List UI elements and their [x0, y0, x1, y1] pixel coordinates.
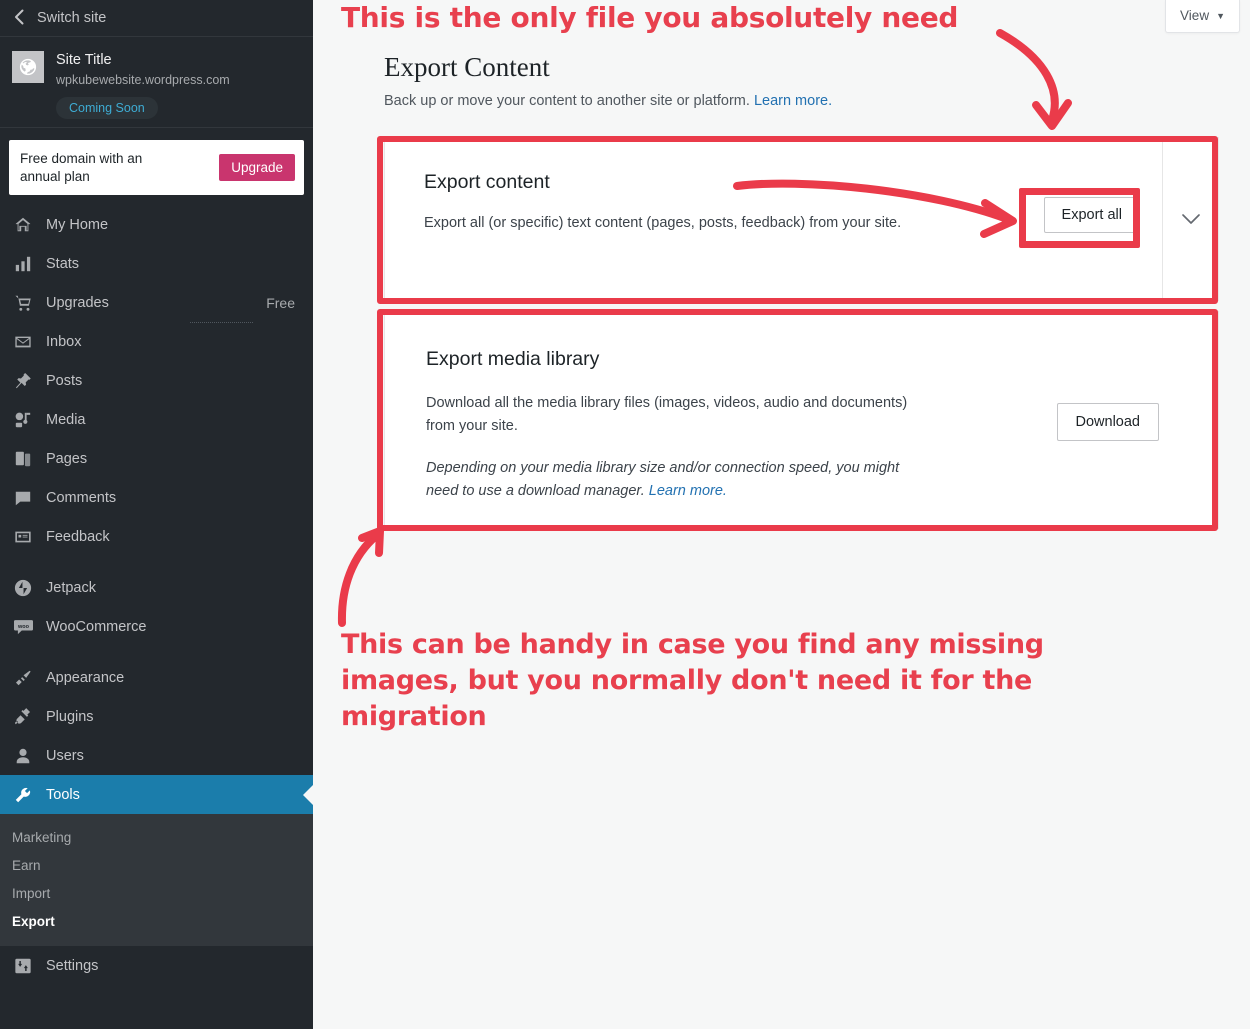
sidebar-item-label: My Home: [46, 216, 109, 233]
nav-group-spacer: [0, 556, 313, 568]
sidebar-item-woocommerce[interactable]: woo WooCommerce: [0, 607, 313, 646]
svg-text:woo: woo: [16, 623, 29, 629]
site-url: wpkubewebsite.wordpress.com: [56, 72, 230, 87]
view-dropdown-label: View: [1180, 8, 1210, 23]
upgrade-promo-card: Free domain with an annual plan Upgrade: [9, 139, 304, 196]
cart-icon: [12, 293, 34, 313]
sidebar-item-label: Stats: [46, 255, 80, 272]
sidebar-item-appearance[interactable]: Appearance: [0, 658, 313, 697]
sidebar-item-label: Posts: [46, 372, 83, 389]
chevron-down-icon: ▼: [1216, 10, 1225, 21]
wrench-icon: [12, 785, 34, 805]
sidebar-item-label: Comments: [46, 489, 117, 506]
switch-site-label: Switch site: [37, 10, 107, 26]
nav-group-spacer: [0, 646, 313, 658]
sidebar-item-label: Settings: [46, 957, 99, 974]
sidebar-nav: My Home Stats Upgrades Free Inbox Posts Media P…: [0, 205, 313, 815]
woocommerce-icon: woo: [12, 617, 34, 637]
export-media-heading: Export media library: [426, 348, 600, 370]
sidebar-item-meta: Free: [266, 294, 295, 311]
sidebar-item-label: Appearance: [46, 669, 125, 686]
app-root: Switch site Site Title wpkubewebsite.wor…: [0, 0, 1250, 1029]
globe-icon: [19, 58, 37, 76]
main-content: View ▼ Export Content Back up or move yo…: [313, 0, 1250, 1029]
sidebar-item-label: Tools: [46, 786, 80, 803]
site-info-block[interactable]: Site Title wpkubewebsite.wordpress.com C…: [0, 37, 313, 128]
subnav-item-marketing[interactable]: Marketing: [0, 823, 313, 851]
site-title: Site Title: [56, 52, 112, 68]
media-icon: [12, 410, 34, 430]
sidebar-item-label: Users: [46, 747, 84, 764]
page-title: Export Content: [384, 52, 550, 82]
sidebar-item-settings[interactable]: Settings: [0, 946, 313, 985]
sidebar-item-pages[interactable]: Pages: [0, 439, 313, 478]
sidebar-item-users[interactable]: Users: [0, 736, 313, 775]
sidebar-item-label: Plugins: [46, 708, 94, 725]
sliders-icon: [12, 956, 34, 976]
sidebar: Switch site Site Title wpkubewebsite.wor…: [0, 0, 313, 1029]
pages-icon: [12, 449, 34, 469]
media-learn-more-link[interactable]: Learn more.: [649, 483, 727, 499]
view-dropdown-button[interactable]: View ▼: [1165, 0, 1240, 33]
sidebar-item-jetpack[interactable]: Jetpack: [0, 568, 313, 607]
comment-icon: [12, 488, 34, 508]
home-icon: [12, 215, 34, 235]
upgrade-promo-text: Free domain with an annual plan: [20, 150, 143, 184]
envelope-icon: [12, 332, 34, 352]
export-content-heading: Export content: [424, 171, 550, 193]
export-media-note: Depending on your media library size and…: [426, 457, 915, 503]
sidebar-bottom-nav: Settings: [0, 945, 313, 985]
upgrade-button[interactable]: Upgrade: [219, 154, 295, 182]
export-content-card: Export content Export all (or specific) …: [384, 137, 1219, 301]
page-subtitle-text: Back up or move your content to another …: [384, 93, 750, 109]
export-all-button[interactable]: Export all: [1043, 197, 1140, 233]
sidebar-item-stats[interactable]: Stats: [0, 244, 313, 283]
sidebar-item-label: Pages: [46, 450, 88, 467]
bar-chart-icon: [12, 254, 34, 274]
sidebar-item-inbox[interactable]: Inbox: [0, 322, 313, 361]
sidebar-item-label: WooCommerce: [46, 618, 147, 635]
subtitle-learn-more-link[interactable]: Learn more.: [754, 93, 832, 109]
sidebar-item-label: Feedback: [46, 528, 110, 545]
sidebar-item-comments[interactable]: Comments: [0, 478, 313, 517]
sidebar-subnav-tools: Marketing Earn Import Export: [0, 814, 313, 946]
plug-icon: [12, 707, 34, 727]
site-thumbnail: [12, 51, 44, 83]
export-media-body: Download all the media library files (im…: [426, 395, 908, 434]
sidebar-item-my-home[interactable]: My Home: [0, 205, 313, 244]
subnav-item-export[interactable]: Export: [0, 907, 313, 935]
export-content-body: Export all (or specific) text content (p…: [424, 215, 902, 231]
page-subtitle: Back up or move your content to another …: [384, 93, 832, 109]
sidebar-item-label: Media: [46, 411, 86, 428]
subnav-item-earn[interactable]: Earn: [0, 851, 313, 879]
sidebar-item-feedback[interactable]: Feedback: [0, 517, 313, 556]
sidebar-item-label: Upgrades: [46, 294, 109, 311]
status-badge: Coming Soon: [56, 96, 158, 119]
sidebar-item-label: Jetpack: [46, 579, 96, 596]
jetpack-icon: [12, 578, 34, 598]
paintbrush-icon: [12, 668, 34, 688]
sidebar-item-media[interactable]: Media: [0, 400, 313, 439]
sidebar-item-label: Inbox: [46, 333, 82, 350]
sidebar-item-posts[interactable]: Posts: [0, 361, 313, 400]
sidebar-item-plugins[interactable]: Plugins: [0, 697, 313, 736]
pin-icon: [12, 371, 34, 391]
download-media-button[interactable]: Download: [1056, 403, 1159, 441]
export-media-library-card: Export media library Download all the me…: [384, 311, 1219, 529]
chevron-left-icon: [14, 9, 25, 28]
expand-export-content-toggle[interactable]: [1163, 138, 1218, 300]
subnav-item-import[interactable]: Import: [0, 879, 313, 907]
feedback-icon: [12, 527, 34, 547]
sidebar-item-tools[interactable]: Tools: [0, 775, 313, 815]
user-icon: [12, 746, 34, 766]
chevron-down-icon: [1181, 214, 1200, 224]
sidebar-item-upgrades[interactable]: Upgrades Free: [0, 283, 313, 322]
switch-site-button[interactable]: Switch site: [0, 0, 313, 37]
